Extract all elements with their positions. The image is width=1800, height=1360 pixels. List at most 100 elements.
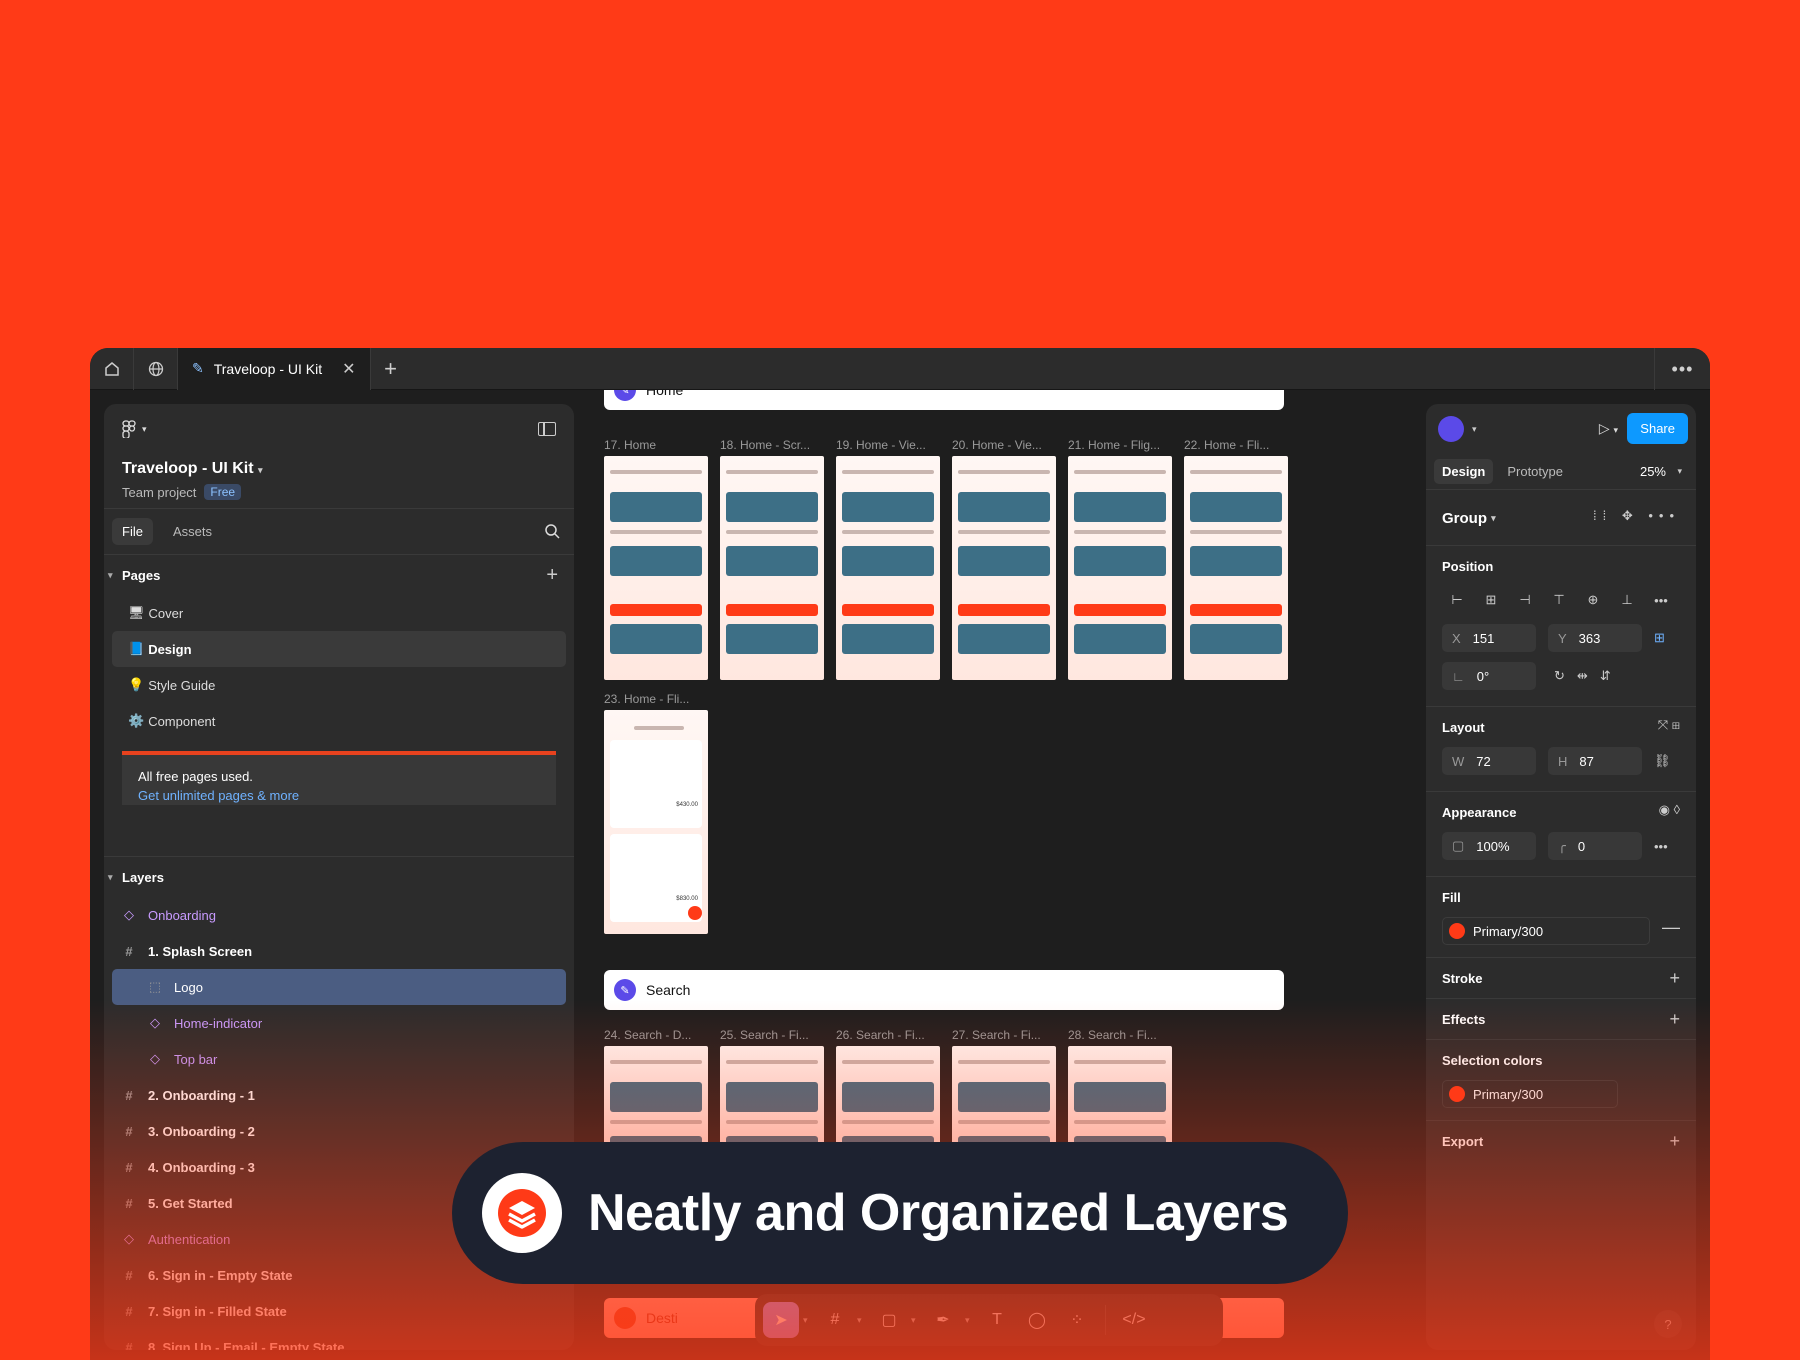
layer-item[interactable]: #1. Splash Screen — [112, 933, 566, 969]
dev-mode-icon[interactable]: </> — [1116, 1302, 1152, 1338]
page-item-design[interactable]: 📘 Design — [112, 631, 566, 667]
frame-thumbnail[interactable] — [952, 456, 1056, 680]
text-tool-icon[interactable]: T — [979, 1302, 1015, 1338]
comment-tool-icon[interactable]: ◯ — [1019, 1302, 1055, 1338]
layer-item[interactable]: #3. Onboarding - 2 — [112, 1113, 566, 1149]
align-bottom-icon[interactable]: ⊥ — [1612, 586, 1642, 614]
more-icon[interactable]: ••• — [1654, 839, 1668, 854]
align-middle-icon[interactable]: ⊕ — [1578, 586, 1608, 614]
frame-thumbnail[interactable] — [604, 456, 708, 680]
frame-label[interactable]: 22. Home - Fli... — [1184, 438, 1269, 452]
section-search[interactable]: ✎ Search — [604, 970, 1284, 1010]
search-icon[interactable] — [544, 523, 560, 539]
frame-label[interactable]: 26. Search - Fi... — [836, 1028, 925, 1042]
layer-item[interactable]: ⬚ Logo — [112, 969, 566, 1005]
flip-vertical-icon[interactable]: ⇵ — [1600, 668, 1611, 684]
upgrade-link[interactable]: Get unlimited pages & more — [138, 788, 540, 803]
radius-field[interactable]: ╭ 0 — [1548, 832, 1642, 860]
more-icon[interactable]: ••• — [1654, 348, 1710, 390]
constraints-icon[interactable]: ⊞ — [1654, 630, 1665, 646]
selection-color-row[interactable]: Primary/300 — [1442, 1080, 1618, 1108]
frame-thumbnail[interactable] — [836, 1046, 940, 1146]
project-title[interactable]: Traveloop - UI Kit ▾ — [122, 460, 556, 478]
tab-prototype[interactable]: Prototype — [1499, 459, 1571, 484]
chevron-down-icon[interactable]: ▾ — [1677, 466, 1682, 477]
add-effect-icon[interactable]: + — [1669, 1009, 1680, 1030]
frame-thumbnail[interactable] — [952, 1046, 1056, 1146]
pen-tool-icon[interactable]: ✒ — [925, 1302, 961, 1338]
layer-item[interactable]: #8. Sign Up - Email - Empty State — [112, 1329, 566, 1351]
actions-icon[interactable]: ⁘ — [1059, 1302, 1095, 1338]
visibility-icon[interactable]: ◉ ◊ — [1659, 802, 1680, 818]
frame-label[interactable]: 17. Home — [604, 438, 656, 452]
opacity-field[interactable]: ▢ 100% — [1442, 832, 1536, 860]
page-item-component[interactable]: ⚙️ Component — [112, 703, 566, 739]
present-icon[interactable]: ▷ ▾ — [1599, 420, 1618, 437]
help-icon[interactable]: ? — [1654, 1310, 1682, 1338]
frame-label[interactable]: 24. Search - D... — [604, 1028, 691, 1042]
flip-horizontal-icon[interactable]: ⇹ — [1577, 668, 1588, 684]
frame-label[interactable]: 25. Search - Fi... — [720, 1028, 809, 1042]
align-right-icon[interactable]: ⊣ — [1510, 586, 1540, 614]
chevron-down-icon[interactable]: ▾ — [911, 1315, 921, 1326]
tab-file[interactable]: File — [112, 518, 153, 545]
frame-thumbnail[interactable] — [604, 1046, 708, 1146]
more-icon[interactable]: ••• — [1646, 586, 1676, 614]
frame-thumbnail[interactable] — [1184, 456, 1288, 680]
constrain-proportions-icon[interactable]: ⛓ — [1654, 753, 1671, 769]
layer-item[interactable]: ◇ Onboarding — [112, 897, 566, 933]
zoom-level[interactable]: 25% — [1640, 464, 1666, 479]
add-export-icon[interactable]: + — [1669, 1131, 1680, 1152]
layer-item[interactable]: ◇ Top bar — [112, 1041, 566, 1077]
add-stroke-icon[interactable]: + — [1669, 968, 1680, 989]
x-field[interactable]: X 151 — [1442, 624, 1536, 652]
avatar[interactable] — [1438, 416, 1464, 442]
remove-fill-icon[interactable]: — — [1662, 917, 1680, 938]
rotate-icon[interactable]: ↻ — [1554, 668, 1565, 684]
layer-item[interactable]: #2. Onboarding - 1 — [112, 1077, 566, 1113]
chevron-down-icon[interactable]: ▾ — [1472, 424, 1477, 435]
align-top-icon[interactable]: ⊤ — [1544, 586, 1574, 614]
frame-label[interactable]: 18. Home - Scr... — [720, 438, 810, 452]
chevron-down-icon[interactable]: ▾ — [803, 1315, 813, 1326]
frame-thumbnail[interactable] — [1068, 456, 1172, 680]
layer-item[interactable]: #7. Sign in - Filled State — [112, 1293, 566, 1329]
move-tool-icon[interactable]: ➤ — [763, 1302, 799, 1338]
frame-label[interactable]: 28. Search - Fi... — [1068, 1028, 1157, 1042]
home-icon[interactable] — [90, 348, 134, 390]
frame-thumbnail[interactable] — [720, 456, 824, 680]
frame-label[interactable]: 23. Home - Fli... — [604, 692, 689, 706]
y-field[interactable]: Y 363 — [1548, 624, 1642, 652]
close-icon[interactable]: ✕ — [342, 359, 355, 379]
chevron-down-icon[interactable]: ▾ — [857, 1315, 867, 1326]
frame-tool-icon[interactable]: # — [817, 1302, 853, 1338]
share-button[interactable]: Share — [1627, 413, 1688, 444]
fill-row[interactable]: Primary/300 — [1442, 917, 1650, 945]
tab-design[interactable]: Design — [1434, 459, 1494, 484]
pages-header[interactable]: ▾ Pages + — [104, 555, 574, 595]
new-tab-button[interactable]: + — [371, 348, 411, 390]
frame-label[interactable]: 20. Home - Vie... — [952, 438, 1042, 452]
section-home[interactable]: ✎ Home — [604, 390, 1284, 410]
page-item-cover[interactable]: 🖥 Cover — [112, 595, 566, 631]
layout-options-icon[interactable]: ⤧ ⊞ — [1658, 717, 1680, 733]
rotation-field[interactable]: ∟ 0° — [1442, 662, 1536, 690]
add-page-icon[interactable]: + — [546, 564, 558, 587]
frame-thumbnail[interactable] — [836, 456, 940, 680]
shape-tool-icon[interactable]: ▢ — [871, 1302, 907, 1338]
frame-thumbnail[interactable] — [1068, 1046, 1172, 1146]
tab-assets[interactable]: Assets — [163, 518, 222, 545]
width-field[interactable]: W 72 — [1442, 747, 1536, 775]
align-left-icon[interactable]: ⊢ — [1442, 586, 1472, 614]
globe-icon[interactable] — [134, 348, 178, 390]
chevron-down-icon[interactable]: ▾ — [965, 1315, 975, 1326]
layers-header[interactable]: ▾ Layers — [104, 857, 574, 897]
frame-label[interactable]: 27. Search - Fi... — [952, 1028, 1041, 1042]
height-field[interactable]: H 87 — [1548, 747, 1642, 775]
file-tab[interactable]: ✎ Traveloop - UI Kit ✕ — [178, 348, 371, 390]
frame-thumbnail[interactable] — [720, 1046, 824, 1146]
sidebar-toggle-icon[interactable] — [538, 422, 556, 436]
align-center-icon[interactable]: ⊞ — [1476, 586, 1506, 614]
layer-item[interactable]: ◇ Home-indicator — [112, 1005, 566, 1041]
frame-label[interactable]: 19. Home - Vie... — [836, 438, 926, 452]
